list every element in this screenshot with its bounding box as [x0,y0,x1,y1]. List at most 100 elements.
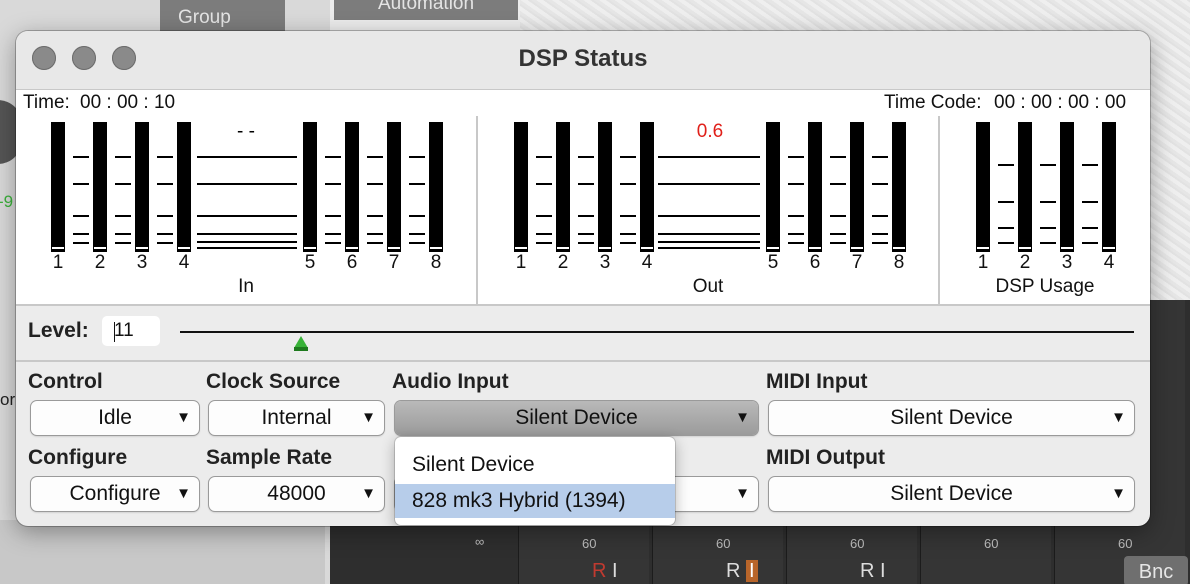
configure-popup-value: Configure [69,482,161,505]
background-left-bottom-panel [0,520,325,584]
background-scale-label: 60 [716,536,731,551]
clock-source-popup[interactable]: Internal ▼ [209,401,384,435]
meter-scale-line [197,183,297,185]
meter-tick [157,156,173,158]
meter-bar [808,122,822,252]
meter-tick [536,156,552,158]
text-cursor [114,322,115,342]
midi-input-popup-value: Silent Device [890,406,1013,429]
meter-tick [830,156,846,158]
level-slider-track[interactable] [180,331,1134,333]
chevron-down-icon: ▼ [176,409,191,426]
meter-tick [115,233,131,235]
meter-tick [325,215,341,217]
meter-tick [73,183,89,185]
meter-tick [578,233,594,235]
timecode-value: 00 : 00 : 00 : 00 [994,92,1127,113]
meter-tick [1040,242,1056,244]
background-record-input-buttons[interactable]: R I [726,560,758,583]
input-monitor-button[interactable]: I [880,560,886,582]
background-scale-label: 60 [582,536,597,551]
record-enable-button[interactable]: R [860,560,874,582]
meter-tick [578,183,594,185]
dropdown-option[interactable]: Silent Device [395,448,675,482]
chevron-down-icon: ▼ [735,485,750,502]
channel-number: 1 [515,252,527,273]
midi-input-label: MIDI Input [766,370,868,393]
channel-number: 7 [851,252,863,273]
channel-number: 2 [94,252,106,273]
output-meters-caption: Out [692,276,724,297]
background-tab-group[interactable]: Group [160,0,285,34]
control-popup[interactable]: Idle ▼ [31,401,199,435]
meter-tick [788,156,804,158]
control-label: Control [28,370,103,393]
background-level-readout: -9 [0,192,14,211]
record-enable-button[interactable]: R [726,560,740,582]
level-label: Level: [28,319,89,342]
configure-popup[interactable]: Configure ▼ [31,477,199,511]
meter-bar [93,122,107,252]
time-label: Time: [23,92,70,113]
meter-tick [620,242,636,244]
channel-number: 5 [304,252,316,273]
meter-scale-line [197,233,297,235]
meter-tick [788,233,804,235]
audio-input-popup-value: Silent Device [515,406,638,429]
dsp-usage-meters: DSP Usage 1 2 3 4 [938,116,1150,304]
channel-number: 8 [430,252,442,273]
background-record-input-buttons[interactable]: R I [860,560,886,583]
channel-number: 5 [767,252,779,273]
meter-tick [115,183,131,185]
audio-input-popup[interactable]: Silent Device ▼ [395,401,758,435]
meter-tick [325,242,341,244]
meter-tick [998,227,1014,229]
meter-tick [620,156,636,158]
meter-bar [892,122,906,252]
channel-number: 1 [52,252,64,273]
meters-panel: - - In 1 2 3 4 5 6 7 8 0.6 Out 1 2 3 4 5 6 7 8 DSP Usa… [16,116,1150,306]
midi-output-popup[interactable]: Silent Device ▼ [769,477,1134,511]
meter-tick [830,215,846,217]
sample-rate-popup[interactable]: 48000 ▼ [209,477,384,511]
meter-bar [766,122,780,252]
input-monitor-button[interactable]: I [612,560,618,582]
channel-number: 8 [893,252,905,273]
midi-output-label: MIDI Output [766,446,885,469]
chevron-down-icon: ▼ [1111,409,1126,426]
meter-tick [872,215,888,217]
bounce-button[interactable]: Bnc [1124,556,1188,584]
meter-tick [157,233,173,235]
background-record-input-buttons[interactable]: R I [592,560,618,583]
meter-bar [135,122,149,252]
midi-input-popup[interactable]: Silent Device ▼ [769,401,1134,435]
meter-scale-line [658,183,760,185]
meter-bar [177,122,191,252]
meter-tick [578,242,594,244]
meter-tick [367,156,383,158]
meter-bar [1060,122,1074,252]
meter-bar [1018,122,1032,252]
output-peak-readout: 0.6 [696,121,724,142]
meter-tick [1082,227,1098,229]
chevron-down-icon: ▼ [361,485,376,502]
time-value: 00 : 00 : 10 [80,92,176,113]
title-bar[interactable]: DSP Status [16,31,1150,89]
meter-tick [872,233,888,235]
level-input[interactable] [102,316,160,346]
record-enable-button[interactable]: R [592,560,606,582]
dsp-status-window: DSP Status Time: 00 : 00 : 10 Time Code:… [16,31,1150,526]
dropdown-option-selected[interactable]: 828 mk3 Hybrid (1394) [395,484,675,518]
meter-tick [1040,227,1056,229]
channel-number: 4 [178,252,190,273]
level-slider-thumb-base[interactable] [294,347,308,351]
meter-tick [409,233,425,235]
meter-tick [325,233,341,235]
meter-bar [598,122,612,252]
meter-tick [367,215,383,217]
input-monitor-button[interactable]: I [746,560,758,582]
meter-tick [73,156,89,158]
channel-number: 1 [977,252,989,273]
background-tab-automation[interactable]: Automation [334,0,518,20]
meter-tick [830,242,846,244]
